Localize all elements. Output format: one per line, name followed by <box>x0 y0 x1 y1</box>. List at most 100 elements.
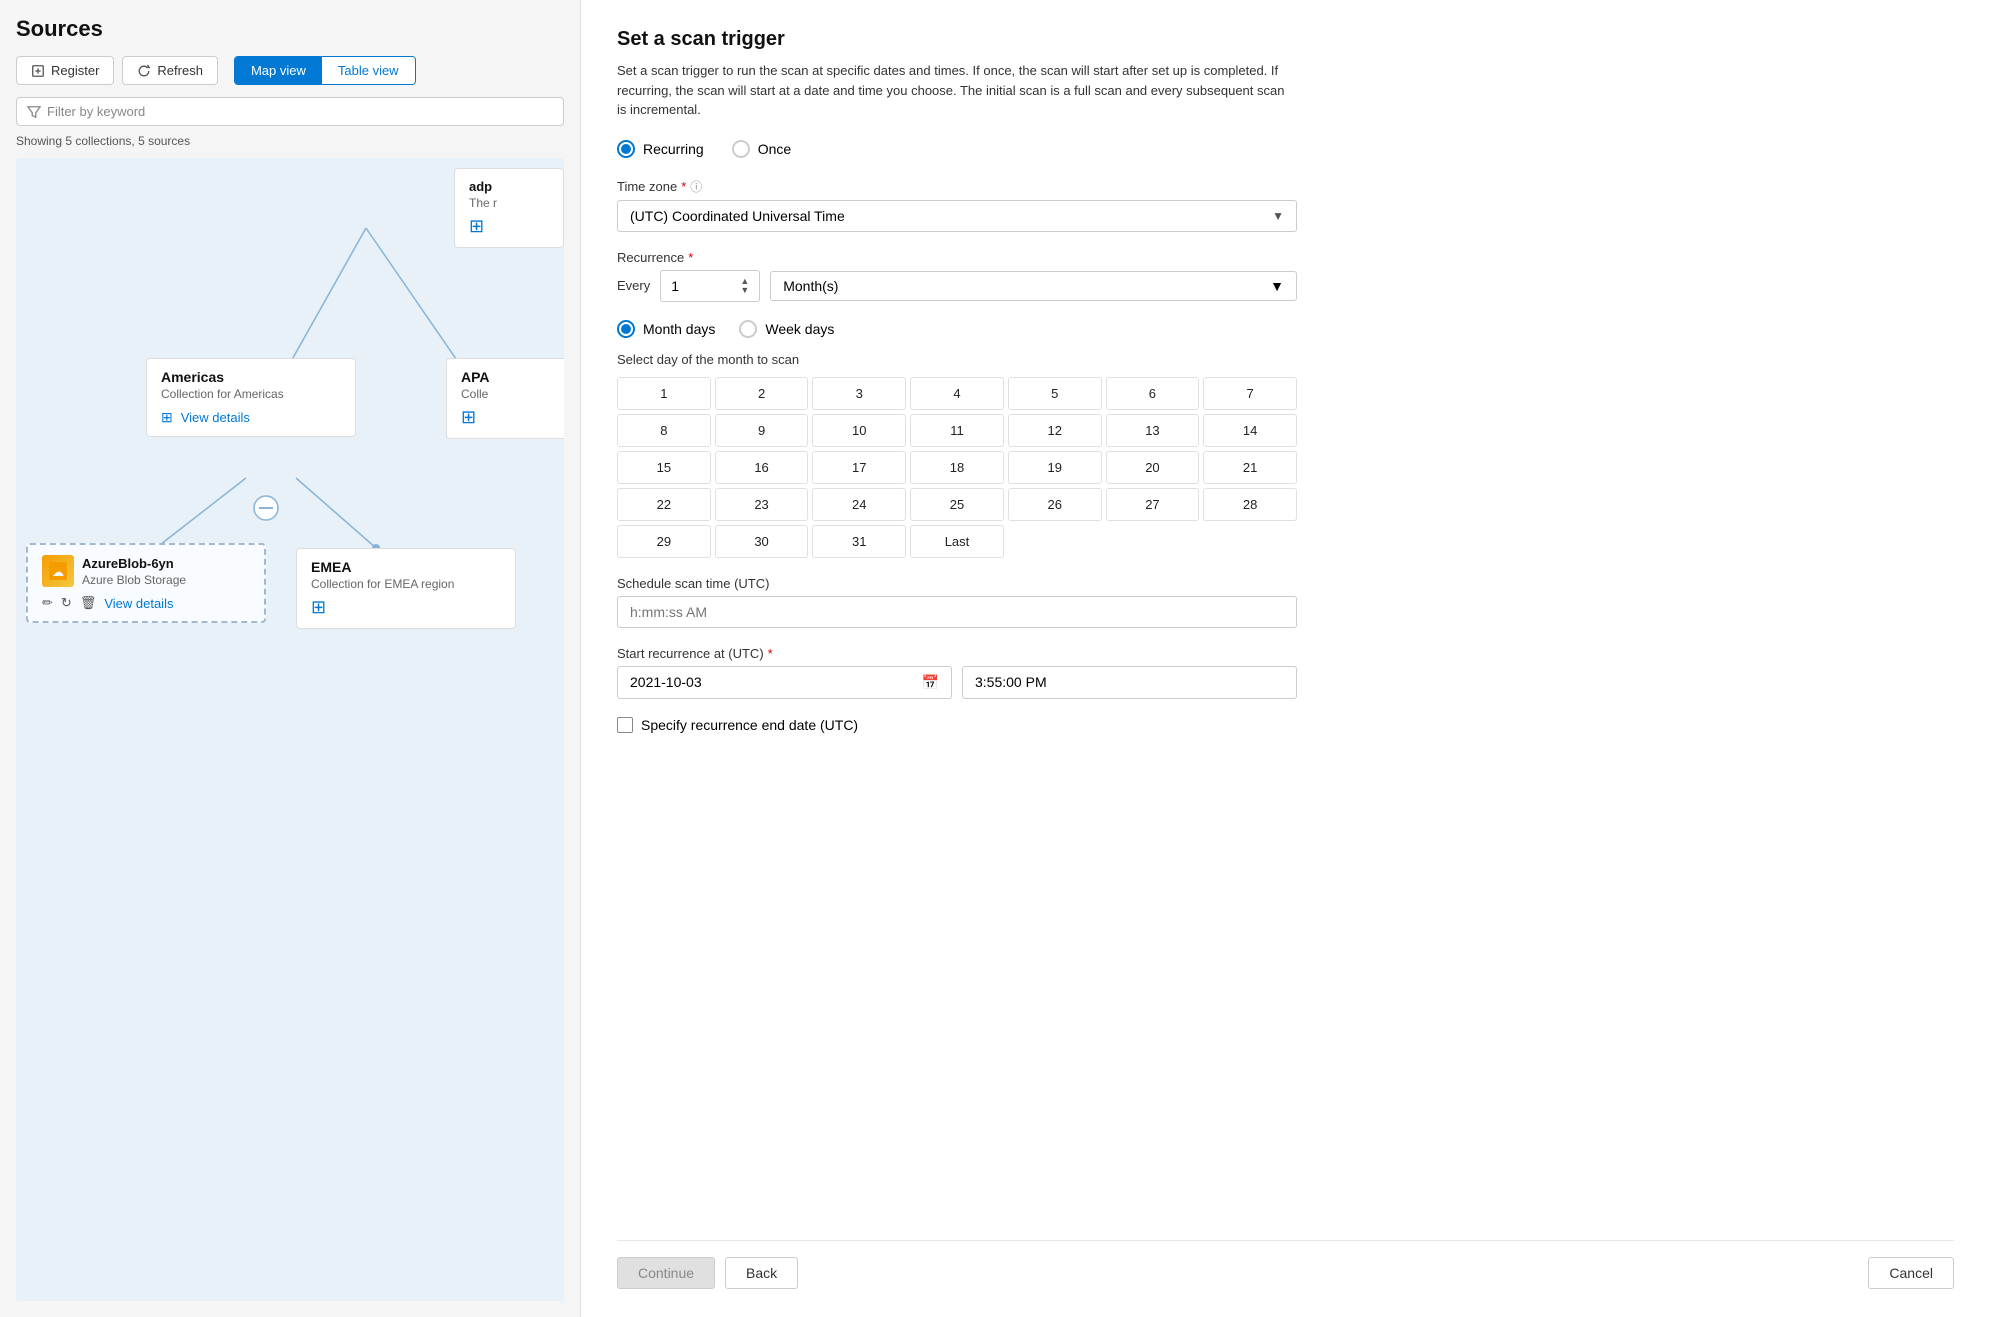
azureblob-scan-icon[interactable]: ↻ <box>61 595 72 611</box>
map-view-button[interactable]: Map view <box>235 57 322 84</box>
end-date-row: Specify recurrence end date (UTC) <box>617 717 1297 733</box>
right-panel: Set a scan trigger Set a scan trigger to… <box>580 0 1990 1317</box>
day-cell-5[interactable]: 5 <box>1008 377 1102 410</box>
filter-bar[interactable]: Filter by keyword <box>16 97 564 126</box>
apa-grid-icon: ⊞ <box>461 407 564 428</box>
americas-view-details[interactable]: View details <box>181 410 250 425</box>
apa-title: APA <box>461 369 564 385</box>
page-title: Sources <box>16 16 564 42</box>
day-cell-24[interactable]: 24 <box>812 488 906 521</box>
day-cell-28[interactable]: 28 <box>1203 488 1297 521</box>
register-button[interactable]: Register <box>16 56 114 85</box>
emea-title: EMEA <box>311 559 501 575</box>
timezone-select[interactable]: (UTC) Coordinated Universal Time ▼ <box>617 200 1297 232</box>
recurrence-number-value: 1 <box>671 278 679 294</box>
week-days-label: Week days <box>765 321 834 337</box>
continue-button[interactable]: Continue <box>617 1257 715 1289</box>
day-cell-14[interactable]: 14 <box>1203 414 1297 447</box>
day-cell-30[interactable]: 30 <box>715 525 809 558</box>
svg-text:☁: ☁ <box>52 565 64 579</box>
timezone-info-icon: ⓘ <box>690 178 702 195</box>
day-cell-8[interactable]: 8 <box>617 414 711 447</box>
apa-card: APA Colle ⊞ <box>446 358 564 439</box>
day-cell-16[interactable]: 16 <box>715 451 809 484</box>
day-cell-17[interactable]: 17 <box>812 451 906 484</box>
schedule-time-field: Schedule scan time (UTC) <box>617 576 1954 628</box>
azureblob-header: ☁ AzureBlob-6yn Azure Blob Storage <box>42 555 250 587</box>
azureblob-icon: ☁ <box>42 555 74 587</box>
day-cell-13[interactable]: 13 <box>1106 414 1200 447</box>
schedule-time-label: Schedule scan time (UTC) <box>617 576 1954 591</box>
start-date-input[interactable]: 2021-10-03 📅 <box>617 666 952 699</box>
once-radio[interactable] <box>732 140 750 158</box>
cancel-button[interactable]: Cancel <box>1868 1257 1954 1289</box>
calendar-icon: 📅 <box>922 674 939 691</box>
day-cell-4[interactable]: 4 <box>910 377 1004 410</box>
start-date-value: 2021-10-03 <box>630 674 702 690</box>
day-cell-20[interactable]: 20 <box>1106 451 1200 484</box>
adp-grid-icon: ⊞ <box>469 216 549 237</box>
start-recurrence-field: Start recurrence at (UTC) * 2021-10-03 📅 <box>617 646 1954 699</box>
back-button[interactable]: Back <box>725 1257 798 1289</box>
day-cell-11[interactable]: 11 <box>910 414 1004 447</box>
azureblob-delete-icon[interactable]: 🗑 <box>80 595 97 611</box>
every-label: Every <box>617 278 650 293</box>
start-time-input[interactable] <box>962 666 1297 699</box>
schedule-time-input[interactable] <box>617 596 1297 628</box>
number-down-arrow[interactable]: ▼ <box>740 286 749 295</box>
recurring-radio[interactable] <box>617 140 635 158</box>
day-cell-29[interactable]: 29 <box>617 525 711 558</box>
day-cell-31[interactable]: 31 <box>812 525 906 558</box>
week-days-option[interactable]: Week days <box>739 320 834 338</box>
day-cell-27[interactable]: 27 <box>1106 488 1200 521</box>
azureblob-view-details[interactable]: View details <box>104 596 173 611</box>
americas-actions: ⊞ View details <box>161 409 341 426</box>
filter-placeholder: Filter by keyword <box>47 104 145 119</box>
day-cell-3[interactable]: 3 <box>812 377 906 410</box>
day-cell-22[interactable]: 22 <box>617 488 711 521</box>
filter-icon <box>27 105 41 119</box>
recurrence-number-input[interactable]: 1 ▲ ▼ <box>660 270 760 302</box>
end-date-checkbox[interactable] <box>617 717 633 733</box>
month-days-option[interactable]: Month days <box>617 320 715 338</box>
start-recurrence-label: Start recurrence at (UTC) * <box>617 646 1954 661</box>
month-days-radio[interactable] <box>617 320 635 338</box>
day-cell-15[interactable]: 15 <box>617 451 711 484</box>
timezone-chevron-icon: ▼ <box>1272 209 1284 223</box>
day-cell-12[interactable]: 12 <box>1008 414 1102 447</box>
day-cell-26[interactable]: 26 <box>1008 488 1102 521</box>
timezone-value: (UTC) Coordinated Universal Time <box>630 208 845 224</box>
azureblob-title: AzureBlob-6yn <box>82 556 186 571</box>
month-days-label: Month days <box>643 321 715 337</box>
refresh-button[interactable]: Refresh <box>122 56 218 85</box>
day-cell-21[interactable]: 21 <box>1203 451 1297 484</box>
panel-description: Set a scan trigger to run the scan at sp… <box>617 61 1297 120</box>
day-cell-6[interactable]: 6 <box>1106 377 1200 410</box>
adp-subtitle: The r <box>469 196 549 210</box>
blob-storage-icon: ☁ <box>49 562 67 580</box>
azureblob-edit-icon[interactable]: ✏ <box>42 595 53 611</box>
calendar-heading: Select day of the month to scan <box>617 352 1954 367</box>
americas-subtitle: Collection for Americas <box>161 387 341 401</box>
table-view-button[interactable]: Table view <box>322 57 415 84</box>
emea-card: EMEA Collection for EMEA region ⊞ <box>296 548 516 629</box>
day-cell-2[interactable]: 2 <box>715 377 809 410</box>
day-cell-1[interactable]: 1 <box>617 377 711 410</box>
day-cell-10[interactable]: 10 <box>812 414 906 447</box>
recurring-option[interactable]: Recurring <box>617 140 704 158</box>
day-cell-19[interactable]: 19 <box>1008 451 1102 484</box>
once-option[interactable]: Once <box>732 140 791 158</box>
week-days-radio[interactable] <box>739 320 757 338</box>
day-cell-9[interactable]: 9 <box>715 414 809 447</box>
day-cell-25[interactable]: 25 <box>910 488 1004 521</box>
day-cell-7[interactable]: 7 <box>1203 377 1297 410</box>
trigger-type-group: Recurring Once <box>617 140 1954 158</box>
day-cell-last[interactable]: Last <box>910 525 1004 558</box>
day-cell-18[interactable]: 18 <box>910 451 1004 484</box>
recurrence-unit-select[interactable]: Month(s) ▼ <box>770 271 1297 301</box>
refresh-icon <box>137 64 151 78</box>
showing-text: Showing 5 collections, 5 sources <box>16 134 564 148</box>
day-cell-23[interactable]: 23 <box>715 488 809 521</box>
azureblob-subtitle: Azure Blob Storage <box>82 573 186 587</box>
timezone-label: Time zone * ⓘ <box>617 178 1954 195</box>
